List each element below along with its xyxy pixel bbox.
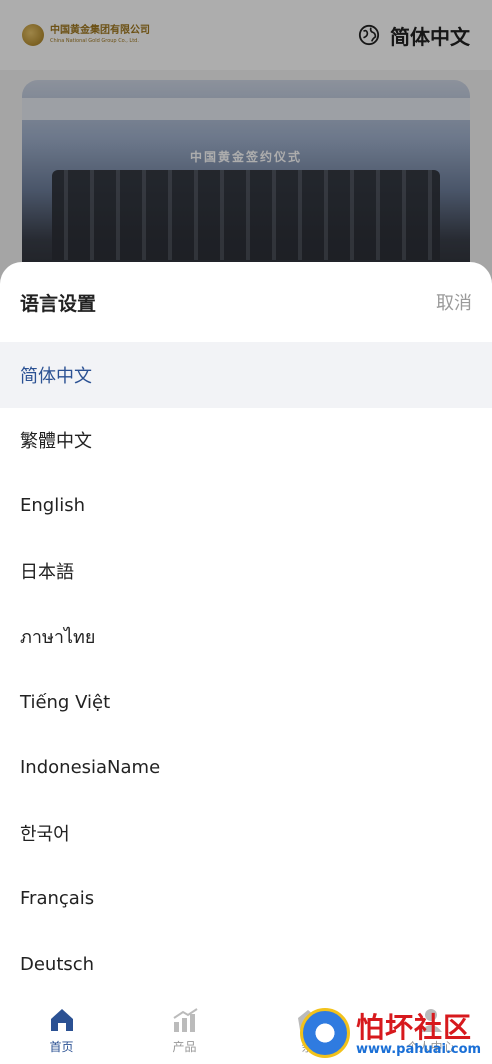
tab-home[interactable]: 首页 [0,996,123,1064]
site-watermark: 怕坏社区 www.pahuai.com [300,1000,492,1064]
watermark-logo-icon [300,1008,350,1058]
language-settings-sheet: 语言设置 取消 简体中文 繁體中文 English 日本語 ภาษาไทย Ti… [0,262,492,1064]
sheet-title: 语言设置 [20,292,97,315]
language-option-zh-hant[interactable]: 繁體中文 [0,408,492,474]
language-option-ko[interactable]: 한국어 [0,801,492,867]
tab-products[interactable]: 产品 [123,996,246,1064]
language-option-en[interactable]: English [0,473,492,539]
sheet-header: 语言设置 取消 [0,262,492,342]
language-list: 简体中文 繁體中文 English 日本語 ภาษาไทย Tiếng Việt… [0,342,492,997]
language-option-ja[interactable]: 日本語 [0,539,492,605]
watermark-name: 怕坏社区 [356,1011,473,1044]
language-option-zh-hans[interactable]: 简体中文 [0,342,492,408]
language-option-th[interactable]: ภาษาไทย [0,604,492,670]
language-option-vi[interactable]: Tiếng Việt [0,670,492,736]
language-option-de[interactable]: Deutsch [0,932,492,998]
home-icon [50,1008,73,1031]
language-option-fr[interactable]: Français [0,866,492,932]
chart-icon [172,1007,198,1032]
language-option-id[interactable]: IndonesiaName [0,735,492,801]
watermark-url: www.pahuai.com [356,1042,482,1057]
tab-home-label: 首页 [49,1039,74,1054]
cancel-button[interactable]: 取消 [436,289,472,315]
tab-products-label: 产品 [172,1039,197,1054]
